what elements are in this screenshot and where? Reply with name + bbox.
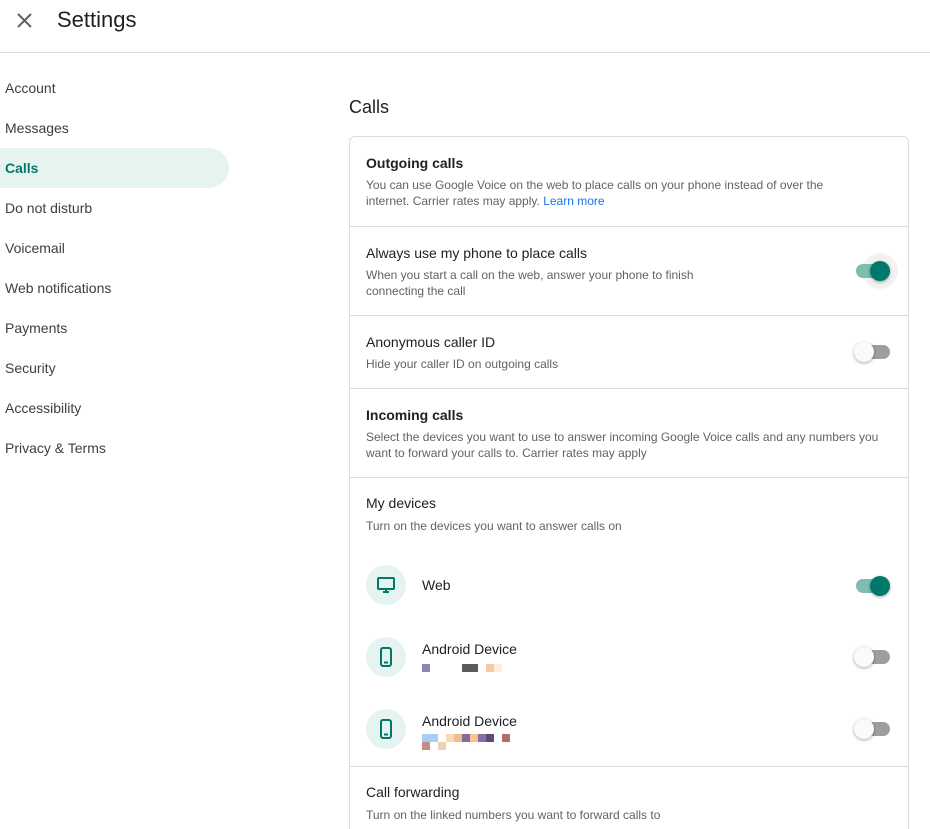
anonymous-caller-id-description: Hide your caller ID on outgoing calls <box>366 357 559 371</box>
monitor-icon <box>377 577 395 593</box>
incoming-calls-description: Select the devices you want to use to an… <box>366 430 879 460</box>
sidebar-item-calls[interactable]: Calls <box>0 148 229 188</box>
device-web-toggle[interactable] <box>854 574 892 598</box>
device-web-icon-badge <box>366 565 406 605</box>
always-use-phone-toggle[interactable] <box>854 253 898 289</box>
outgoing-calls-block: Outgoing calls You can use Google Voice … <box>350 137 908 226</box>
incoming-calls-block: Incoming calls Select the devices you wa… <box>350 389 908 477</box>
always-use-phone-title: Always use my phone to place calls <box>366 245 587 261</box>
sidebar-item-security[interactable]: Security <box>0 348 240 388</box>
phone-icon <box>380 647 392 667</box>
learn-more-link[interactable]: Learn more <box>543 194 604 208</box>
my-devices-title: My devices <box>366 495 437 511</box>
sidebar-item-accessibility[interactable]: Accessibility <box>0 388 240 428</box>
page-title: Settings <box>57 7 137 32</box>
close-button[interactable] <box>12 8 38 34</box>
device-android-1-name: Android Device <box>422 641 517 657</box>
always-use-phone-row: Always use my phone to place calls When … <box>350 227 908 315</box>
call-forwarding-block: Call forwarding Turn on the linked numbe… <box>350 767 908 829</box>
toggle-thumb <box>854 647 874 667</box>
device-android-2-icon-badge <box>366 709 406 749</box>
sidebar-item-privacy-terms[interactable]: Privacy & Terms <box>0 428 240 468</box>
sidebar-item-account[interactable]: Account <box>0 68 240 108</box>
toggle-thumb <box>870 576 890 596</box>
toggle-thumb <box>854 719 874 739</box>
outgoing-calls-description: You can use Google Voice on the web to p… <box>366 177 866 209</box>
device-web-name: Web <box>422 577 451 593</box>
toggle-thumb <box>854 342 874 362</box>
sidebar-item-voicemail[interactable]: Voicemail <box>0 228 240 268</box>
device-android-1-icon-badge <box>366 637 406 677</box>
incoming-calls-heading: Incoming calls <box>366 407 464 423</box>
anonymous-caller-id-row: Anonymous caller ID Hide your caller ID … <box>350 316 908 388</box>
app-header: Settings <box>0 0 930 53</box>
my-devices-block: My devices Turn on the devices you want … <box>350 478 908 766</box>
phone-icon <box>380 719 392 739</box>
section-title: Calls <box>349 97 390 117</box>
calls-settings-card: Outgoing calls You can use Google Voice … <box>349 136 909 829</box>
anonymous-caller-id-toggle[interactable] <box>854 340 892 364</box>
call-forwarding-description: Turn on the linked numbers you want to f… <box>366 808 661 822</box>
sidebar-item-web-notifications[interactable]: Web notifications <box>0 268 240 308</box>
device-android-2-toggle[interactable] <box>854 717 892 741</box>
device-android-2-redacted-number <box>422 734 542 750</box>
sidebar-item-payments[interactable]: Payments <box>0 308 240 348</box>
outgoing-calls-heading: Outgoing calls <box>366 155 464 171</box>
my-devices-description: Turn on the devices you want to answer c… <box>366 519 622 533</box>
call-forwarding-title: Call forwarding <box>366 784 460 800</box>
always-use-phone-description: When you start a call on the web, answer… <box>366 268 694 298</box>
device-android-1-toggle[interactable] <box>854 645 892 669</box>
close-icon <box>17 13 32 28</box>
device-android-1-redacted-number <box>422 664 542 674</box>
toggle-thumb <box>870 261 890 281</box>
anonymous-caller-id-title: Anonymous caller ID <box>366 334 496 350</box>
device-android-2-name: Android Device <box>422 713 517 729</box>
sidebar-item-do-not-disturb[interactable]: Do not disturb <box>0 188 240 228</box>
sidebar-item-messages[interactable]: Messages <box>0 108 240 148</box>
settings-sidebar: Account Messages Calls Do not disturb Vo… <box>0 68 240 468</box>
